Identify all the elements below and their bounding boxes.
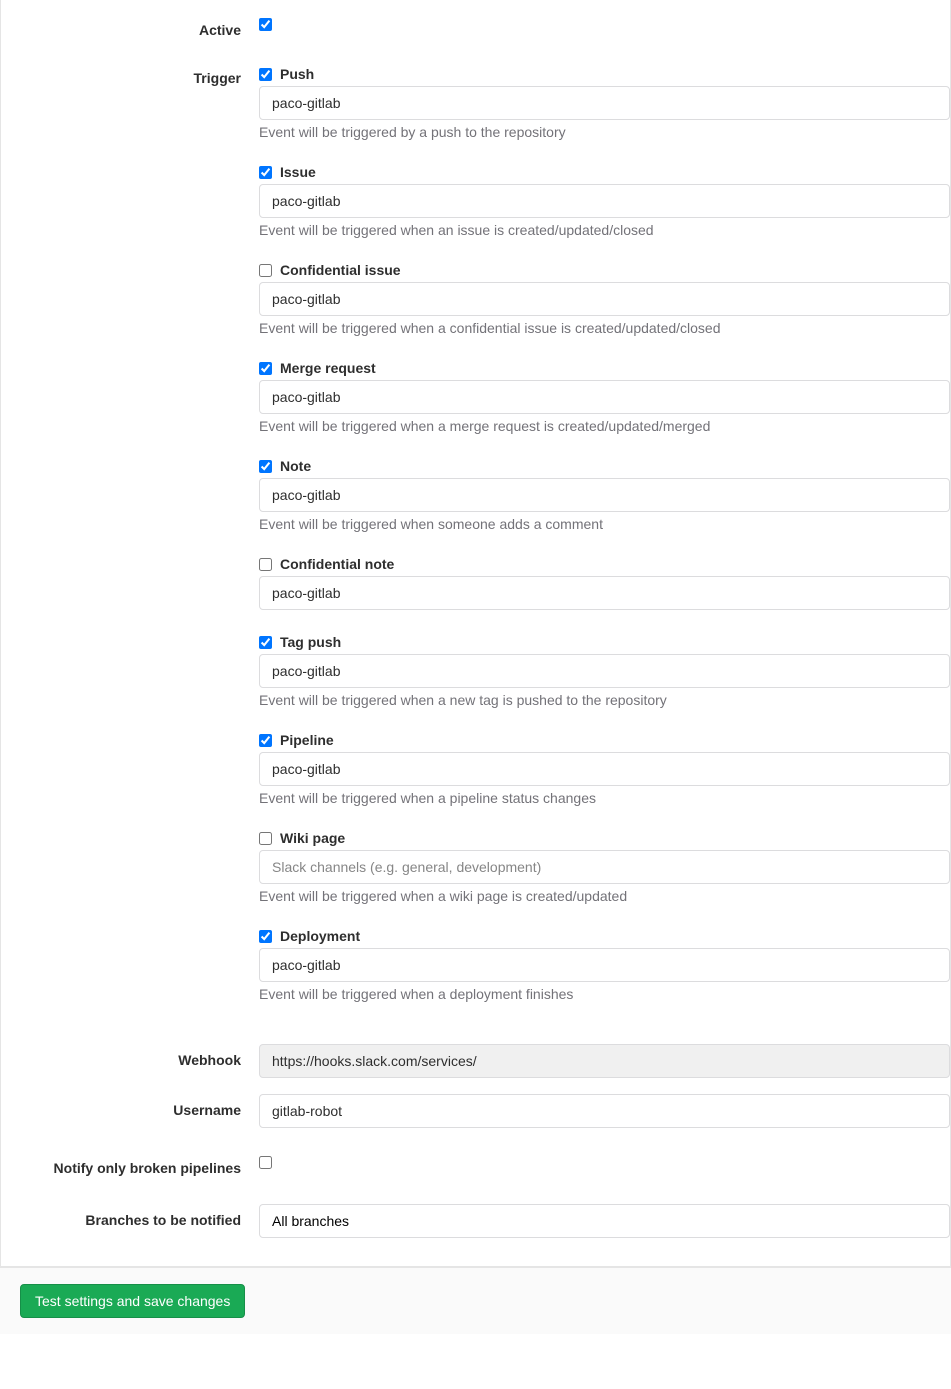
- trigger-checkbox-tag-push[interactable]: [259, 636, 272, 649]
- trigger-checkbox-issue[interactable]: [259, 166, 272, 179]
- trigger-issue: Issue Event will be triggered when an iss…: [259, 164, 950, 238]
- trigger-channel-input-merge-request[interactable]: [259, 380, 950, 414]
- label-branches: Branches to be notified: [1, 1204, 259, 1228]
- trigger-help-text: Event will be triggered when a pipeline …: [259, 790, 950, 806]
- trigger-merge-request: Merge request Event will be triggered whe…: [259, 360, 950, 434]
- trigger-pipeline: Pipeline Event will be triggered when a p…: [259, 732, 950, 806]
- trigger-push: Push Event will be triggered by a push to…: [259, 66, 950, 140]
- trigger-head: Wiki page: [259, 830, 950, 846]
- trigger-title: Tag push: [280, 634, 341, 650]
- trigger-help-text: Event will be triggered by a push to the…: [259, 124, 950, 140]
- active-checkbox[interactable]: [259, 18, 272, 31]
- trigger-channel-input-confidential-issue[interactable]: [259, 282, 950, 316]
- label-active: Active: [1, 18, 259, 38]
- username-input[interactable]: [259, 1094, 950, 1128]
- trigger-channel-input-wiki-page[interactable]: [259, 850, 950, 884]
- trigger-wiki-page: Wiki page Event will be triggered when a …: [259, 830, 950, 904]
- trigger-note: Note Event will be triggered when someone…: [259, 458, 950, 532]
- trigger-channel-input-note[interactable]: [259, 478, 950, 512]
- trigger-head: Confidential issue: [259, 262, 950, 278]
- trigger-channel-input-confidential-note[interactable]: [259, 576, 950, 610]
- label-webhook: Webhook: [1, 1044, 259, 1068]
- trigger-checkbox-deployment[interactable]: [259, 930, 272, 943]
- trigger-deployment: Deployment Event will be triggered when a…: [259, 928, 950, 1002]
- trigger-checkbox-confidential-note[interactable]: [259, 558, 272, 571]
- row-notify-broken: Notify only broken pipelines: [1, 1156, 950, 1176]
- trigger-checkbox-confidential-issue[interactable]: [259, 264, 272, 277]
- trigger-head: Issue: [259, 164, 950, 180]
- trigger-head: Merge request: [259, 360, 950, 376]
- trigger-checkbox-wiki-page[interactable]: [259, 832, 272, 845]
- trigger-title: Merge request: [280, 360, 376, 376]
- label-trigger: Trigger: [1, 66, 259, 86]
- trigger-head: Pipeline: [259, 732, 950, 748]
- row-active: Active: [1, 18, 950, 38]
- trigger-channel-input-pipeline[interactable]: [259, 752, 950, 786]
- label-username: Username: [1, 1094, 259, 1118]
- trigger-checkbox-merge-request[interactable]: [259, 362, 272, 375]
- trigger-help-text: Event will be triggered when a deploymen…: [259, 986, 950, 1002]
- trigger-title: Push: [280, 66, 314, 82]
- integration-settings-form: Active Trigger Push Event will be trigger…: [0, 0, 951, 1267]
- row-webhook: Webhook: [1, 1044, 950, 1078]
- form-footer: Test settings and save changes: [0, 1267, 951, 1334]
- branches-select[interactable]: All branches: [259, 1204, 950, 1238]
- trigger-list: Push Event will be triggered by a push to…: [259, 66, 950, 1026]
- row-trigger: Trigger Push Event will be triggered by a…: [1, 66, 950, 1026]
- trigger-title: Wiki page: [280, 830, 345, 846]
- trigger-title: Note: [280, 458, 311, 474]
- trigger-head: Note: [259, 458, 950, 474]
- row-username: Username: [1, 1094, 950, 1128]
- trigger-channel-input-deployment[interactable]: [259, 948, 950, 982]
- test-save-button[interactable]: Test settings and save changes: [20, 1284, 245, 1318]
- trigger-help-text: Event will be triggered when a confident…: [259, 320, 950, 336]
- trigger-confidential-note: Confidential note: [259, 556, 950, 610]
- trigger-channel-input-tag-push[interactable]: [259, 654, 950, 688]
- trigger-head: Confidential note: [259, 556, 950, 572]
- label-notify-broken: Notify only broken pipelines: [1, 1156, 259, 1176]
- trigger-checkbox-push[interactable]: [259, 68, 272, 81]
- trigger-title: Issue: [280, 164, 316, 180]
- notify-broken-checkbox[interactable]: [259, 1156, 272, 1169]
- trigger-help-text: Event will be triggered when someone add…: [259, 516, 950, 532]
- webhook-input[interactable]: [259, 1044, 950, 1078]
- trigger-tag-push: Tag push Event will be triggered when a n…: [259, 634, 950, 708]
- trigger-head: Deployment: [259, 928, 950, 944]
- trigger-checkbox-pipeline[interactable]: [259, 734, 272, 747]
- trigger-head: Push: [259, 66, 950, 82]
- trigger-title: Pipeline: [280, 732, 334, 748]
- trigger-help-text: Event will be triggered when an issue is…: [259, 222, 950, 238]
- trigger-help-text: Event will be triggered when a wiki page…: [259, 888, 950, 904]
- trigger-help-text: Event will be triggered when a new tag i…: [259, 692, 950, 708]
- trigger-help-text: Event will be triggered when a merge req…: [259, 418, 950, 434]
- trigger-channel-input-push[interactable]: [259, 86, 950, 120]
- trigger-checkbox-note[interactable]: [259, 460, 272, 473]
- trigger-title: Confidential issue: [280, 262, 401, 278]
- trigger-head: Tag push: [259, 634, 950, 650]
- trigger-title: Deployment: [280, 928, 360, 944]
- trigger-channel-input-issue[interactable]: [259, 184, 950, 218]
- trigger-confidential-issue: Confidential issue Event will be triggere…: [259, 262, 950, 336]
- row-branches: Branches to be notified All branches: [1, 1204, 950, 1238]
- trigger-title: Confidential note: [280, 556, 394, 572]
